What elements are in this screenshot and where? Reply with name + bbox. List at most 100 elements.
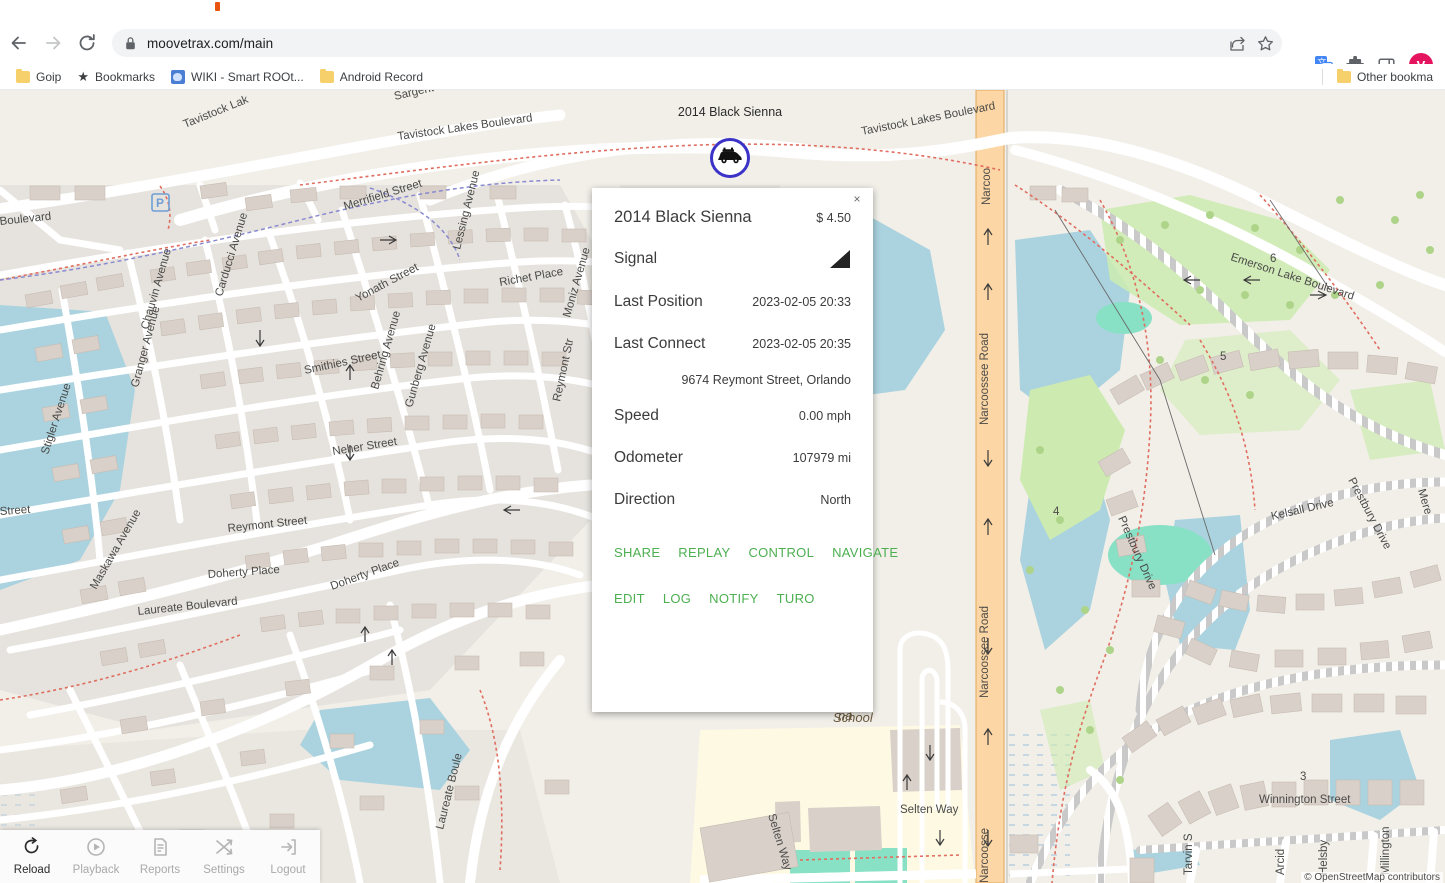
vehicle-name: 2014 Black Sienna	[614, 208, 752, 226]
tab-favicon	[215, 2, 220, 11]
svg-text:Millington: Millington	[1380, 826, 1392, 875]
replay-button[interactable]: REPLAY	[678, 545, 730, 560]
nav-reports[interactable]: Reports	[128, 830, 192, 883]
document-icon	[150, 837, 170, 862]
shuffle-icon	[214, 837, 234, 862]
svg-text:Tarvin S: Tarvin S	[1183, 833, 1195, 875]
last-connect-label: Last Connect	[614, 335, 706, 352]
row-last-connect: Last Connect 2023-02-05 20:35	[614, 323, 851, 365]
vehicle-marker[interactable]: 2014 Black Sienna	[678, 105, 782, 178]
bookmark-goip[interactable]: Goip	[8, 66, 69, 88]
bookmark-star-icon[interactable]	[1252, 30, 1278, 56]
reload-icon	[22, 837, 42, 862]
svg-text:Narcoosse: Narcoosse	[979, 828, 991, 883]
tab-strip	[0, 0, 1445, 22]
direction-label: Direction	[614, 491, 676, 508]
map-attribution[interactable]: © OpenStreetMap contributors	[1301, 872, 1443, 883]
vehicle-marker-label: 2014 Black Sienna	[677, 105, 783, 119]
last-position-label: Last Position	[614, 293, 703, 310]
share-button[interactable]: SHARE	[614, 545, 660, 560]
address-bar[interactable]: moovetrax.com/main	[112, 29, 1282, 57]
url-text: moovetrax.com/main	[147, 35, 274, 51]
svg-text:School: School	[833, 710, 874, 725]
bookmark-wiki[interactable]: WIKI - Smart ROOt...	[163, 66, 312, 88]
nav-reload-label: Reload	[13, 864, 51, 876]
vehicle-price: $ 4.50	[816, 210, 851, 225]
notify-button[interactable]: NOTIFY	[709, 591, 758, 606]
svg-text:P: P	[156, 196, 164, 210]
turo-button[interactable]: TURO	[777, 591, 815, 606]
direction-value: North	[820, 493, 851, 507]
bookmarks-separator	[1321, 69, 1323, 85]
last-connect-value: 2023-02-05 20:35	[752, 337, 851, 351]
svg-text:3: 3	[1300, 771, 1306, 783]
bookmark-bookmarks-label: Bookmarks	[95, 69, 156, 84]
address-value: 9674 Reymont Street, Orlando	[681, 373, 851, 387]
row-signal: Signal	[614, 237, 851, 281]
other-bookmarks[interactable]: Other bookma	[1321, 64, 1445, 90]
nav-reload[interactable]: Reload	[0, 830, 64, 883]
wiki-favicon	[171, 69, 186, 84]
nav-logout-label: Logout	[270, 864, 306, 876]
svg-text:Arcid: Arcid	[1275, 849, 1287, 875]
forward-button[interactable]	[38, 28, 68, 58]
nav-playback-label: Playback	[72, 864, 120, 876]
other-bookmarks-item[interactable]: Other bookma	[1329, 66, 1441, 88]
control-button[interactable]: CONTROL	[748, 545, 814, 560]
other-bookmarks-label: Other bookma	[1356, 70, 1433, 84]
car-icon	[717, 147, 743, 169]
omnibox-actions	[1224, 29, 1278, 57]
map-highway-narcoossee	[975, 90, 1008, 883]
last-position-value: 2023-02-05 20:33	[752, 295, 851, 309]
row-odometer: Odometer 107979 mi	[614, 437, 851, 479]
bookmark-wiki-label: WIKI - Smart ROOt...	[191, 69, 304, 84]
logout-arrow-icon	[278, 837, 298, 862]
svg-text:Narcoossee Road: Narcoossee Road	[979, 606, 991, 698]
edit-button[interactable]: EDIT	[614, 591, 645, 606]
navigate-button[interactable]: NAVIGATE	[832, 545, 898, 560]
svg-text:Winnington Street: Winnington Street	[1259, 794, 1351, 806]
svg-text:Helsby: Helsby	[1318, 840, 1330, 875]
svg-text:4: 4	[1053, 506, 1060, 518]
close-icon[interactable]: ×	[850, 192, 864, 206]
svg-text:Selten Way: Selten Way	[900, 804, 959, 816]
signal-bars-icon	[825, 249, 851, 269]
bookmark-goip-label: Goip	[36, 69, 62, 84]
speed-value: 0.00 mph	[798, 409, 851, 423]
star-icon: ★	[77, 69, 90, 84]
log-button[interactable]: LOG	[663, 591, 691, 606]
odometer-value: 107979 mi	[792, 451, 851, 465]
row-address: 9674 Reymont Street, Orlando	[614, 365, 851, 395]
bookmark-android-record-label: Android Record	[339, 69, 424, 84]
svg-text:Street: Street	[0, 504, 32, 518]
bookmark-android-record[interactable]: Android Record	[312, 66, 431, 88]
reload-button[interactable]	[72, 28, 102, 58]
svg-text:Narcoo: Narcoo	[981, 168, 993, 205]
back-button[interactable]	[4, 28, 34, 58]
bookmark-bookmarks[interactable]: ★ Bookmarks	[69, 66, 163, 88]
lock-icon	[124, 36, 137, 51]
row-speed: Speed 0.00 mph	[614, 395, 851, 437]
folder-icon	[1336, 69, 1351, 83]
svg-text:Narcoossee Road: Narcoossee Road	[979, 333, 991, 425]
nav-logout[interactable]: Logout	[256, 830, 320, 883]
vehicle-info-card: × 2014 Black Sienna $ 4.50 Signal Last P…	[592, 188, 898, 712]
play-circle-icon	[86, 837, 106, 862]
nav-playback[interactable]: Playback	[64, 830, 128, 883]
browser-toolbar: moovetrax.com/main 文	[0, 22, 1445, 77]
odometer-label: Odometer	[614, 449, 683, 466]
card-actions-primary: SHARE REPLAY CONTROL NAVIGATE	[614, 541, 898, 563]
row-direction: Direction North	[614, 479, 851, 521]
folder-icon	[319, 68, 334, 83]
card-title-row: 2014 Black Sienna $ 4.50	[614, 188, 851, 237]
folder-icon	[16, 68, 30, 83]
vehicle-marker-circle[interactable]	[710, 138, 750, 178]
browser-chrome: moovetrax.com/main 文 Goip ★ Bookmarks WI…	[0, 0, 1445, 90]
card-actions-secondary: EDIT LOG NOTIFY TURO	[614, 587, 851, 609]
share-icon[interactable]	[1224, 30, 1250, 56]
nav-settings[interactable]: Settings	[192, 830, 256, 883]
bottom-navigation-bar: Reload Playback Reports Settings Logout	[0, 830, 320, 883]
bookmarks-bar: Goip ★ Bookmarks WIKI - Smart ROOt... An…	[0, 64, 1445, 90]
nav-reports-label: Reports	[139, 864, 181, 876]
svg-text:5: 5	[1220, 351, 1226, 363]
